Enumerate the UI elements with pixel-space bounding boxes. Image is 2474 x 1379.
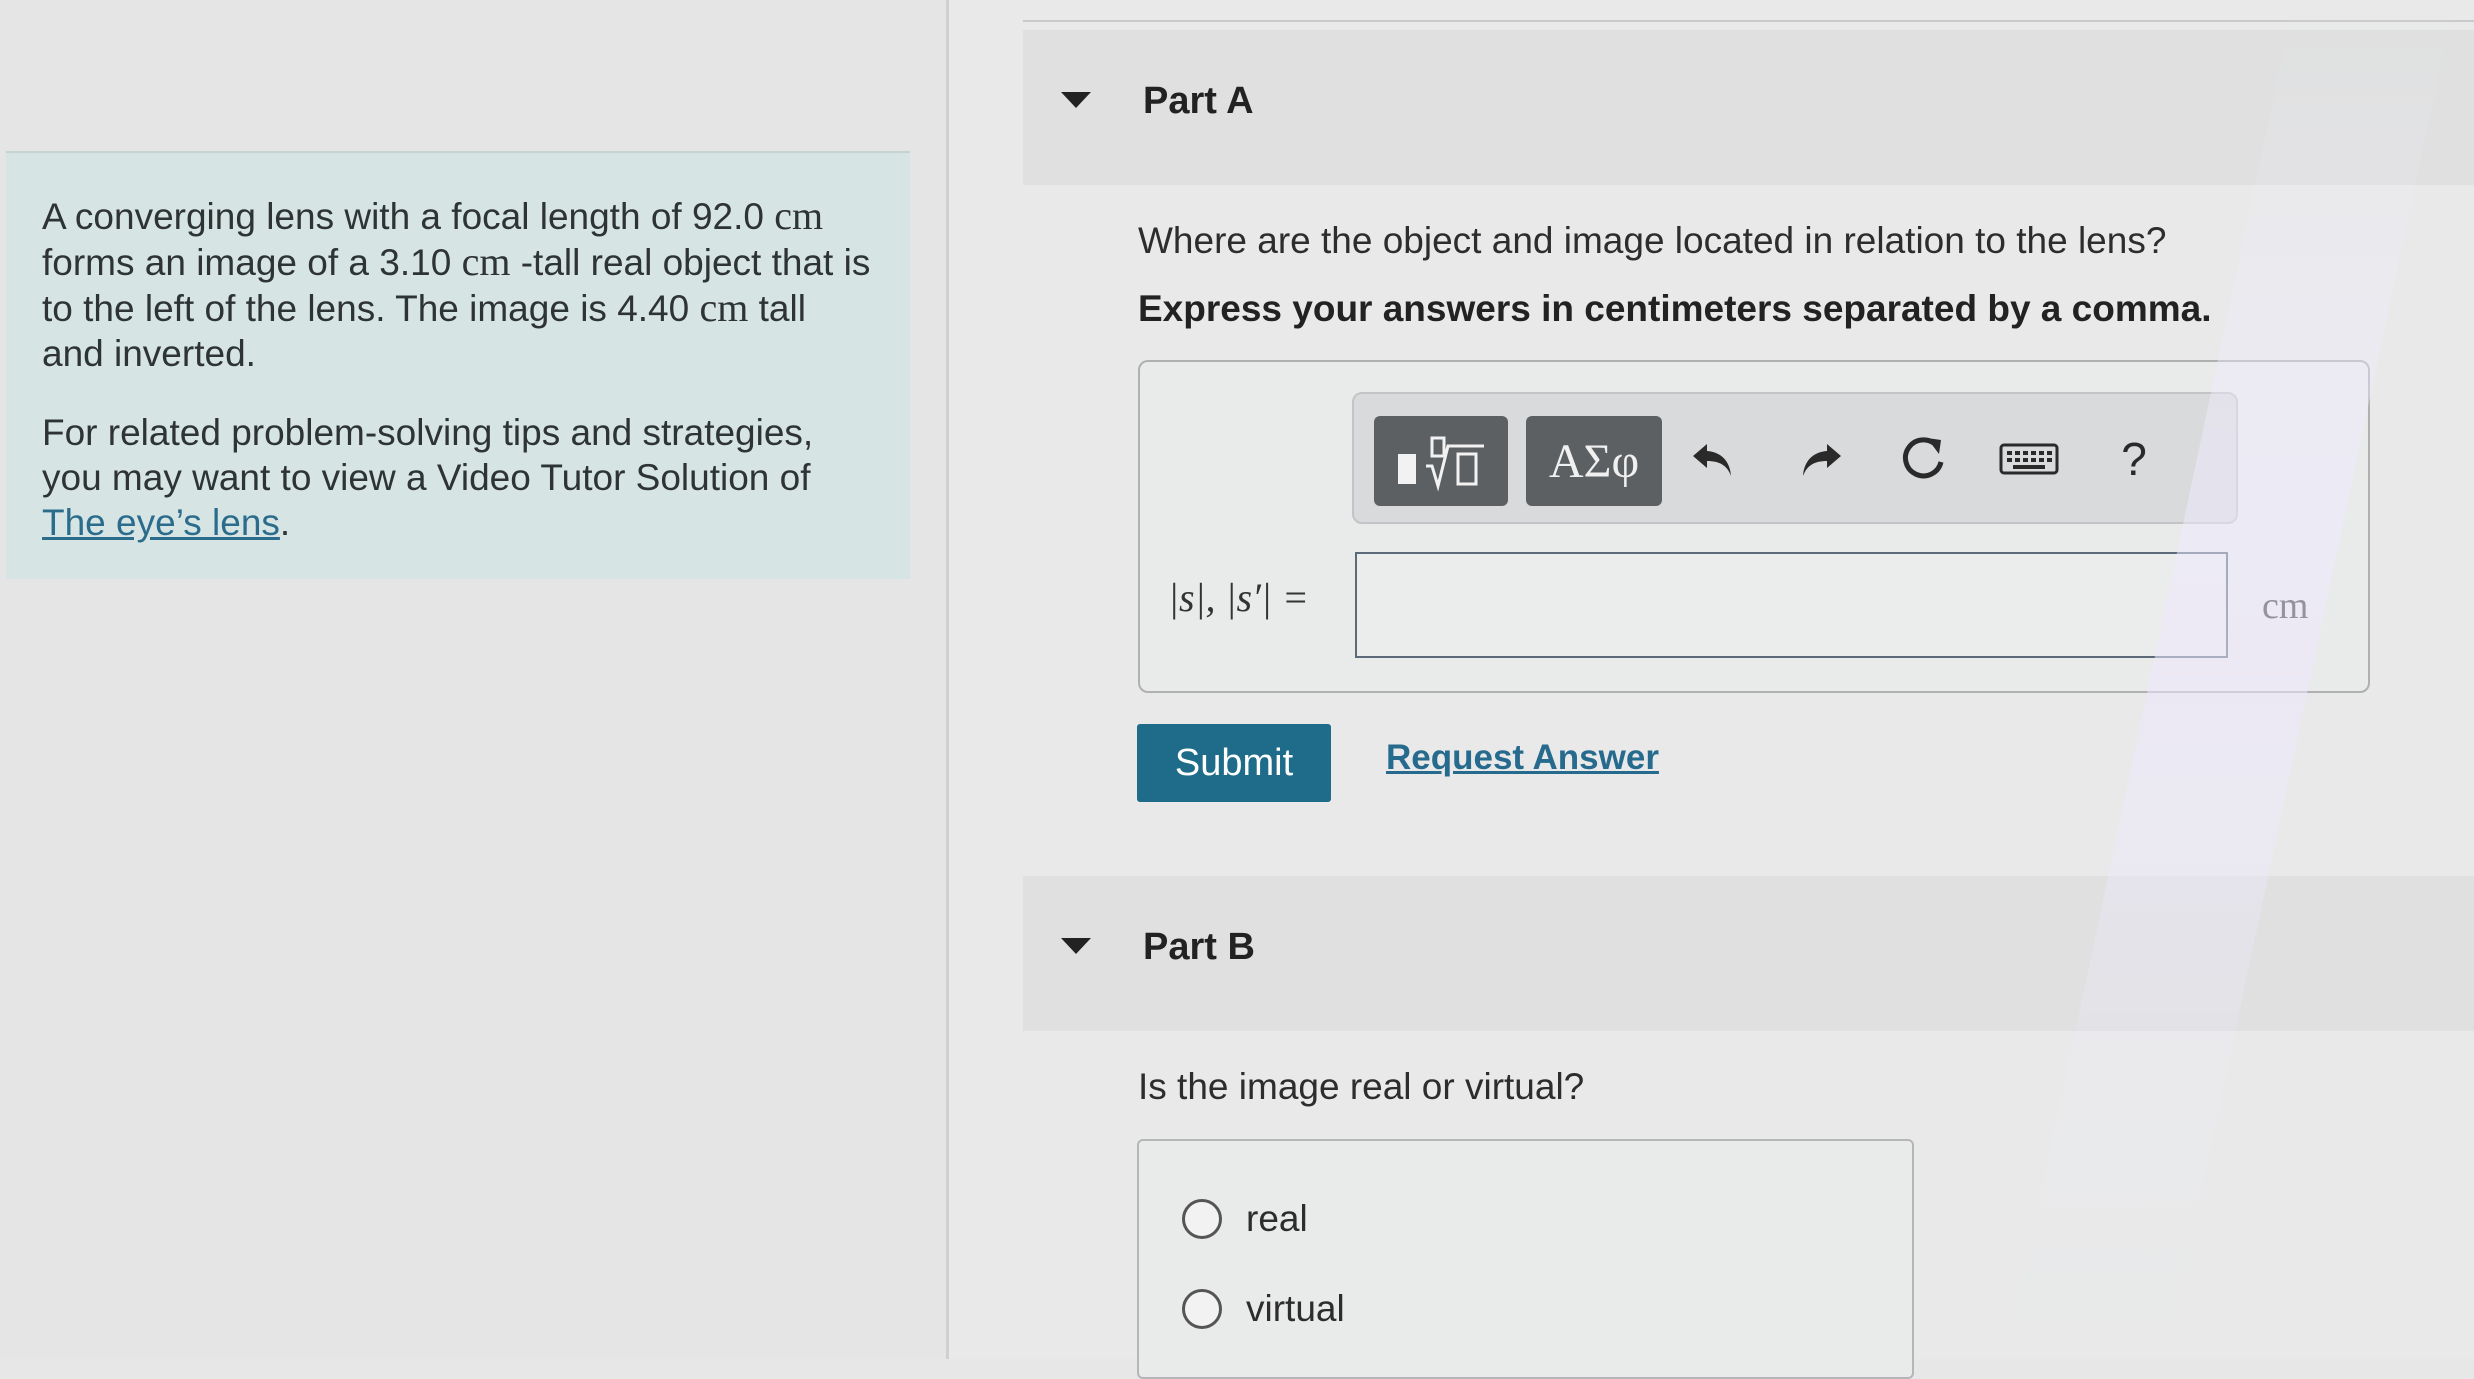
radio-button[interactable]	[1182, 1199, 1222, 1239]
part-a-question: Where are the object and image located i…	[1138, 220, 2167, 261]
answer-variable-label: |s|, |s′| =	[1168, 575, 1309, 620]
option-virtual[interactable]: virtual	[1182, 1288, 1345, 1330]
part-a-header[interactable]: Part A	[1023, 30, 2474, 185]
answer-input[interactable]	[1355, 552, 2228, 658]
option-label: real	[1246, 1198, 1308, 1239]
choices-box	[1137, 1139, 1914, 1379]
option-label: virtual	[1246, 1288, 1345, 1329]
part-b-question: Is the image real or virtual?	[1138, 1066, 1585, 1107]
radio-button[interactable]	[1182, 1289, 1222, 1329]
option-real[interactable]: real	[1182, 1198, 1308, 1240]
problem-statement: A converging lens with a focal length of…	[42, 193, 871, 374]
part-b-title: Part B	[1143, 926, 1255, 968]
templates-icon	[1398, 436, 1484, 492]
keyboard-icon	[1999, 443, 2059, 475]
symbols-button[interactable]: AΣφ	[1526, 416, 1662, 506]
problem-statement-box: A converging lens with a focal length of…	[6, 151, 910, 579]
reset-button[interactable]	[1894, 424, 1954, 494]
part-a-instruction: Express your answers in centimeters sepa…	[1138, 288, 2212, 329]
top-divider	[1023, 20, 2474, 22]
keyboard-button[interactable]	[1994, 424, 2064, 494]
collapse-caret-icon[interactable]	[1061, 938, 1091, 954]
part-b-header[interactable]: Part B	[1023, 876, 2474, 1031]
collapse-caret-icon[interactable]	[1061, 92, 1091, 108]
math-toolbar: AΣφ ?	[1352, 392, 2238, 524]
answer-unit: cm	[2262, 585, 2309, 627]
part-a-title: Part A	[1143, 80, 1254, 122]
undo-button[interactable]	[1684, 424, 1744, 494]
redo-icon	[1803, 444, 1841, 476]
reset-icon	[1903, 437, 1944, 479]
tips-text: For related problem-solving tips and str…	[42, 412, 814, 543]
templates-button[interactable]	[1374, 416, 1508, 506]
request-answer-link[interactable]: Request Answer	[1386, 738, 1659, 778]
help-button[interactable]: ?	[2104, 424, 2164, 494]
undo-icon	[1693, 444, 1731, 476]
video-tutor-link[interactable]: The eye’s lens	[42, 502, 280, 543]
submit-button[interactable]: Submit	[1137, 724, 1331, 802]
redo-button[interactable]	[1790, 424, 1850, 494]
